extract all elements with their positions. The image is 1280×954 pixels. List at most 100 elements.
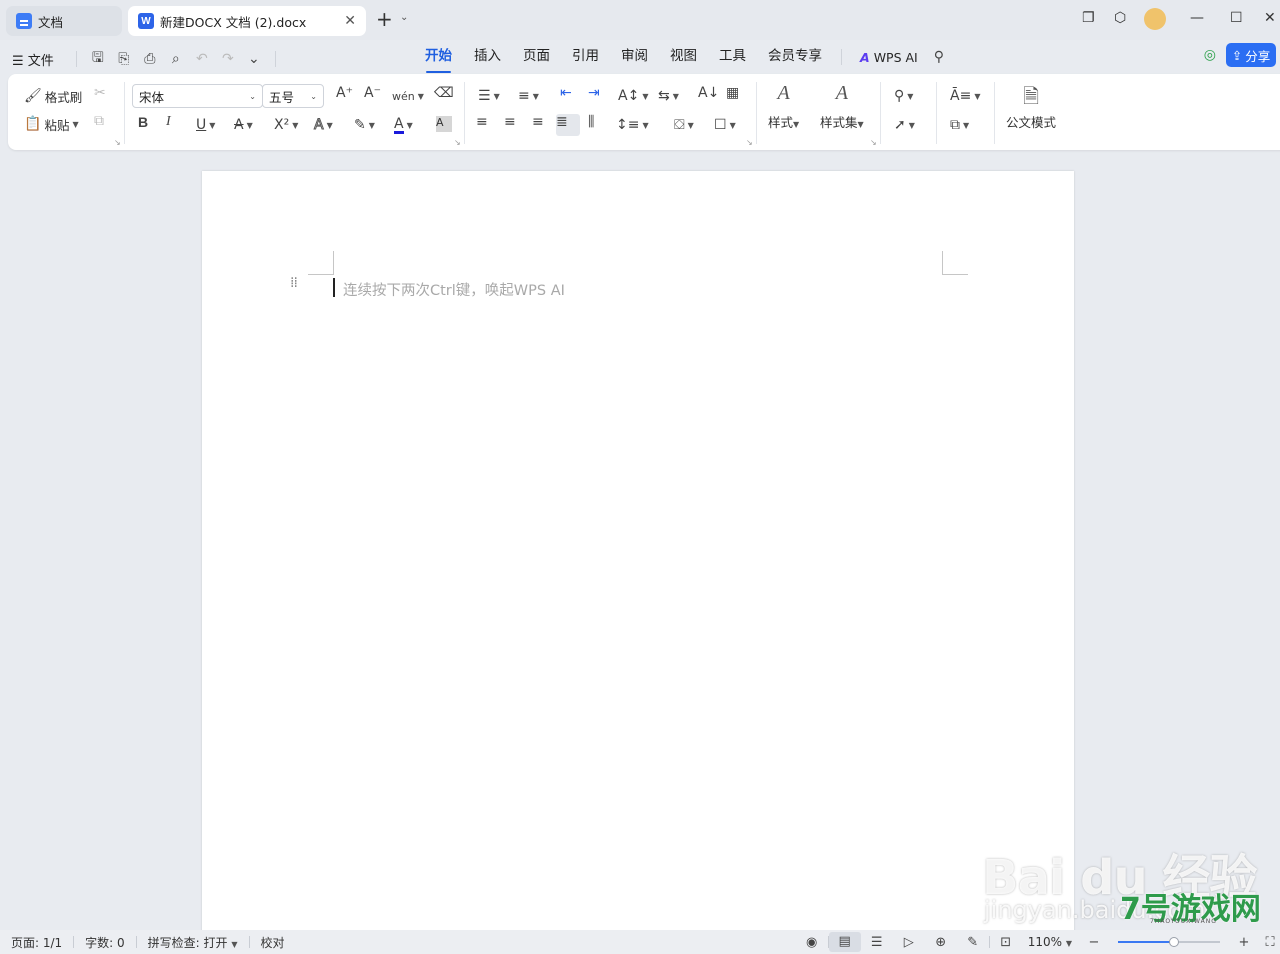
dialog-launcher-icon[interactable]: ↘ (746, 138, 753, 147)
tab-home[interactable]: 开始 (414, 46, 463, 73)
highlight-button[interactable]: ✎ ▼ (354, 114, 375, 136)
drag-handle-icon[interactable]: ⁞⁞ (290, 276, 298, 290)
wps-ai-button[interactable]: A WPS AI ⚲ (850, 46, 944, 68)
italic-button[interactable]: I (166, 114, 171, 136)
align-center-icon[interactable]: ≡ (504, 114, 516, 136)
tab-review[interactable]: 审阅 (610, 46, 659, 68)
search-icon[interactable]: ⚲ (934, 49, 944, 65)
tab-insert[interactable]: 插入 (463, 46, 512, 68)
zoom-level[interactable]: 110% ▼ (1022, 935, 1078, 949)
fullscreen-icon[interactable]: ⛶ (1260, 935, 1280, 950)
strikethrough-button[interactable]: A ▼ (234, 114, 253, 136)
increase-indent-icon[interactable]: ⇥ (588, 85, 600, 107)
line-spacing-button[interactable]: ↕≡ ▼ (616, 114, 649, 136)
select-button[interactable]: ➚ ▼ (894, 114, 915, 136)
bullet-list-button[interactable]: ☰ ▼ (478, 85, 500, 107)
eye-icon[interactable]: ◉ (796, 935, 828, 950)
divider (124, 82, 125, 144)
window-tile-icon[interactable]: ❐ (1082, 10, 1095, 26)
dialog-launcher-icon[interactable]: ↘ (454, 138, 461, 147)
ai-hint-placeholder[interactable]: 连续按下两次Ctrl键，唤起WPS AI (343, 279, 565, 300)
share-button[interactable]: ⇪ 分享 (1226, 43, 1276, 67)
dialog-launcher-icon[interactable]: ↘ (870, 138, 877, 147)
tab-tools[interactable]: 工具 (708, 46, 757, 68)
web-view-icon[interactable]: ⊕ (925, 935, 957, 950)
paste-button[interactable]: 📋 粘贴 ▼ (24, 113, 79, 135)
maximize-icon[interactable]: ☐ (1230, 10, 1243, 26)
sort-icon[interactable]: A↓ (698, 85, 719, 107)
border-button[interactable]: ☐ ▼ (714, 114, 736, 136)
underline-button[interactable]: U ▼ (196, 114, 215, 136)
align-left-icon[interactable]: ≡ (476, 114, 488, 136)
shrink-font-icon[interactable]: A⁻ (364, 85, 381, 107)
undo-icon[interactable]: ↶ (189, 51, 215, 67)
styles-button[interactable]: A 样式▼ (768, 82, 799, 131)
shading-button[interactable]: ⛋ ▼ (674, 114, 694, 136)
bold-button[interactable]: B (138, 114, 148, 136)
font-name-select[interactable]: 宋体 ⌄ (132, 84, 263, 108)
find-button[interactable]: ⚲ ▼ (894, 85, 913, 107)
print-preview-icon[interactable]: ⌕ (163, 51, 189, 67)
customize-icon[interactable]: ⌄ (241, 51, 267, 67)
align-right-icon[interactable]: ≡ (532, 114, 544, 136)
pen-icon[interactable]: ✎ (957, 935, 989, 950)
convert-button[interactable]: ⇆ ▼ (658, 85, 679, 107)
page-indicator[interactable]: 页面: 1/1 (0, 934, 73, 951)
distribute-icon[interactable]: ⫼ (588, 114, 594, 136)
numbered-list-button[interactable]: ≡ ▼ (518, 85, 539, 107)
spell-check-toggle[interactable]: 拼写检查: 打开 ▼ (137, 934, 249, 951)
text-effect-button[interactable]: A ▼ (314, 114, 333, 136)
text-direction-button[interactable]: A↕ ▼ (618, 85, 648, 107)
show-marks-icon[interactable]: ▦ (726, 85, 739, 107)
file-menu[interactable]: ☰ 文件 (12, 50, 54, 69)
zoom-slider[interactable] (1118, 937, 1220, 947)
avatar[interactable] (1144, 8, 1166, 30)
format-painter-button[interactable]: 🖌 格式刷 (24, 85, 82, 107)
pinyin-button[interactable]: wén ▼ (392, 85, 424, 107)
word-count[interactable]: 字数: 0 (74, 934, 136, 951)
tab-member[interactable]: 会员专享 (757, 46, 833, 68)
tab-document[interactable]: W 新建DOCX 文档 (2).docx ✕ (128, 6, 366, 36)
copy-icon[interactable]: ⧉ (94, 113, 104, 135)
document-page[interactable]: ⁞⁞ 连续按下两次Ctrl键，唤起WPS AI (202, 171, 1074, 954)
tab-view[interactable]: 视图 (659, 46, 708, 68)
char-shading-icon[interactable]: A (436, 116, 452, 132)
zoom-out-icon[interactable]: − (1078, 935, 1110, 950)
paint-bucket-icon: ⛋ (674, 117, 685, 133)
zoom-slider-knob[interactable] (1169, 937, 1180, 947)
superscript-button[interactable]: X² ▼ (274, 114, 298, 136)
grow-font-icon[interactable]: A⁺ (336, 85, 353, 107)
arrange-button[interactable]: ⧉ ▼ (950, 114, 969, 136)
cloud-sync-icon[interactable]: ◎ (1204, 47, 1216, 63)
tab-docs[interactable]: 文档 (6, 6, 122, 36)
dialog-launcher-icon[interactable]: ↘ (114, 138, 121, 147)
minimize-icon[interactable]: — (1190, 10, 1204, 26)
chevron-down-icon: ⌄ (310, 91, 317, 101)
style-set-button[interactable]: A 样式集▼ (820, 82, 864, 131)
fit-page-icon[interactable]: ⊡ (990, 935, 1022, 950)
zoom-in-icon[interactable]: + (1228, 935, 1260, 950)
font-size-select[interactable]: 五号 ⌄ (262, 84, 324, 108)
proofread-button[interactable]: 校对 (250, 934, 296, 951)
redo-icon[interactable]: ↷ (215, 51, 241, 67)
cube-icon[interactable]: ⬡ (1114, 10, 1126, 26)
font-color-button[interactable]: A ▼ (394, 114, 413, 136)
chevron-down-icon[interactable]: ⌄ (400, 12, 408, 23)
export-icon[interactable]: ⎘ (111, 51, 137, 67)
decrease-indent-icon[interactable]: ⇤ (560, 85, 572, 107)
eraser-icon[interactable]: ⌫ (434, 85, 454, 107)
play-icon[interactable]: ▷ (893, 935, 925, 950)
close-window-icon[interactable]: ✕ (1264, 10, 1276, 26)
save-icon[interactable]: 🖫 (85, 47, 111, 71)
cut-icon[interactable]: ✂ (94, 85, 106, 107)
official-mode-button[interactable]: 🗎 公文模式 (1006, 82, 1056, 131)
page-view-icon[interactable]: ▤ (828, 932, 861, 952)
close-icon[interactable]: ✕ (344, 13, 356, 29)
tab-page[interactable]: 页面 (512, 46, 561, 68)
layout-button[interactable]: Ā≡ ▼ (950, 85, 980, 107)
tab-references[interactable]: 引用 (561, 46, 610, 68)
outline-view-icon[interactable]: ☰ (861, 935, 893, 950)
justify-icon[interactable]: ≣ (556, 114, 580, 136)
print-icon[interactable]: ⎙ (137, 51, 163, 67)
new-tab-icon[interactable]: + (376, 9, 393, 29)
